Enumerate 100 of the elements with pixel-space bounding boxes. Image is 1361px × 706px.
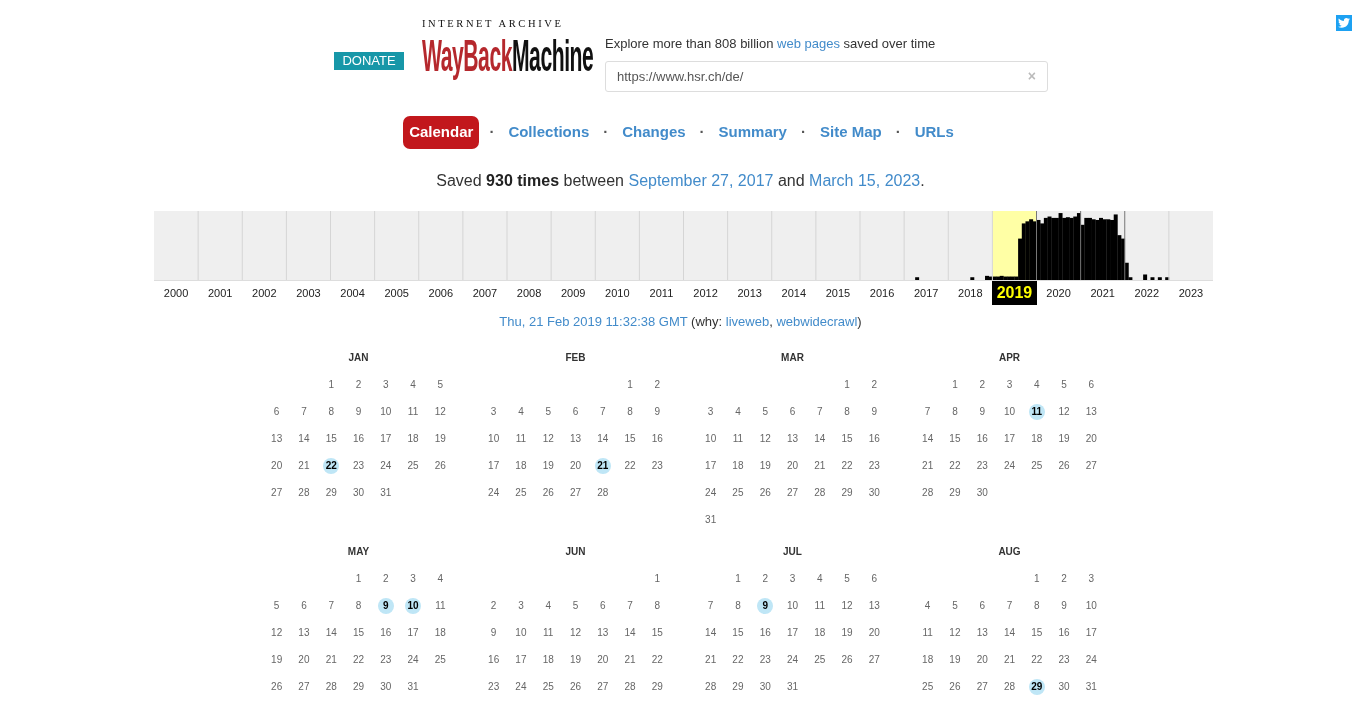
year-link[interactable]: 2005 [374,280,419,305]
logo-wordmark[interactable]: WayBackMachine [422,33,594,79]
calendar-day: 5 [572,598,579,613]
year-link[interactable]: 2018 [948,280,993,305]
calendar-day: 10 [380,404,392,419]
calendar-day: 7 [328,598,334,613]
link[interactable]: webwidecrawl [776,313,858,329]
calendar-day[interactable]: 9 [757,597,774,614]
calendar-day: 16 [651,431,663,446]
link[interactable]: Thu, 21 Feb 2019 11:32:38 GMT [499,313,688,329]
calendar-day: 20 [597,652,609,667]
separator-dot: · [489,122,495,142]
calendar-day: 25 [407,458,419,473]
year-link[interactable]: 2012 [683,280,728,305]
calendar-day: 12 [1058,404,1070,419]
year-link[interactable]: 2009 [551,280,596,305]
calendar-day: 29 [651,679,663,694]
link[interactable]: March 15, 2023 [809,171,921,189]
year-link[interactable]: 2004 [330,280,375,305]
calendar-day: 2 [871,377,878,392]
calendar-day: 6 [572,404,579,419]
month-heading: JAN [347,351,370,365]
link[interactable]: September 27, 2017 [628,171,774,189]
calendar-day: 30 [868,485,880,500]
capture-info: Thu, 21 Feb 2019 11:32:38 GMT (why: liveweb, webwidecrawl) [498,312,863,331]
calendar-day: 21 [922,458,934,473]
calendar-day: 19 [1058,431,1070,446]
calendar-day: 3 [518,598,524,613]
year-link[interactable]: 2000 [154,280,199,305]
calendar-day: 6 [301,598,307,613]
calendar-day[interactable]: 29 [1028,678,1045,695]
calendar-day: 7 [924,404,931,419]
year-link[interactable]: 2006 [418,280,463,305]
calendar-day: 27 [597,679,609,694]
nav-tab[interactable]: URLs [910,116,958,149]
calendar-day: 2 [355,377,362,392]
nav-tab[interactable]: Site Map [815,116,886,149]
twitter-bird-icon[interactable] [1336,15,1352,31]
calendar-day: 15 [624,431,636,446]
year-link[interactable]: 2003 [286,280,331,305]
calendar-day[interactable]: 11 [1028,403,1045,420]
year-link[interactable]: 2022 [1124,280,1169,305]
calendar-day[interactable]: 21 [594,457,611,474]
calendar-day: 30 [759,679,771,694]
year-link[interactable]: 2020 [1036,280,1081,305]
nav-tab[interactable]: Calendar [403,116,480,149]
calendar-day: 10 [786,598,799,613]
year-link[interactable]: 2002 [242,280,287,305]
calendar-day: 23 [1058,652,1070,667]
year-link[interactable]: 2019 [992,280,1037,305]
calendar-day: 17 [786,625,799,640]
year-link[interactable]: 2021 [1080,280,1125,305]
year-link[interactable]: 2023 [1168,280,1213,305]
year-link[interactable]: 2011 [639,280,684,305]
calendar-day: 28 [1003,679,1016,694]
calendar-day[interactable]: 22 [323,457,340,474]
calendar-day: 12 [542,431,554,446]
calendar-day: 15 [841,431,853,446]
calendar-day: 11 [814,598,825,613]
calendar-day: 12 [271,625,283,640]
calendar-day: 24 [1085,652,1097,667]
year-link[interactable]: 2010 [595,280,640,305]
year-link[interactable]: 2008 [507,280,552,305]
calendar-day: 9 [654,404,661,419]
calendar-day: 28 [597,485,609,500]
year-link[interactable]: 2014 [771,280,816,305]
capture-bars[interactable] [915,212,1170,280]
nav-tab[interactable]: Collections [504,116,594,149]
year-link[interactable]: 2007 [462,280,507,305]
calendar-day: 23 [380,652,392,667]
calendar-day: 26 [434,458,446,473]
calendar-day: 26 [542,485,554,500]
calendar-day: 21 [705,652,717,667]
calendar-day: 28 [325,679,337,694]
calendar-day: 17 [705,458,717,473]
calendar-day: 4 [1034,377,1040,392]
calendar-day: 2 [979,377,985,392]
year-link[interactable]: 2013 [727,280,772,305]
calendar-day: 21 [298,458,310,473]
year-link[interactable]: 2016 [860,280,905,305]
url-search-field[interactable]: https://www.hsr.ch/de/ × [605,61,1048,92]
nav-tab[interactable]: Changes [618,116,690,149]
calendar-day[interactable]: 10 [405,597,422,614]
link[interactable]: web pages [777,36,840,51]
calendar-day: 30 [1058,679,1070,694]
year-link[interactable]: 2001 [198,280,243,305]
nav-tab[interactable]: Summary [714,116,791,149]
calendar-day: 23 [976,458,988,473]
calendar-day: 14 [705,625,717,640]
calendar-day: 10 [488,431,500,446]
calendar-day: 23 [488,679,500,694]
calendar-day: 27 [271,485,283,500]
calendar-day: 19 [542,458,554,473]
calendar-day[interactable]: 9 [377,597,394,614]
calendar-day: 4 [437,571,444,586]
year-link[interactable]: 2015 [815,280,860,305]
calendar-day: 27 [868,652,880,667]
year-link[interactable]: 2017 [904,280,949,305]
calendar-day: 17 [488,458,500,473]
calendar-day: 11 [435,598,446,613]
